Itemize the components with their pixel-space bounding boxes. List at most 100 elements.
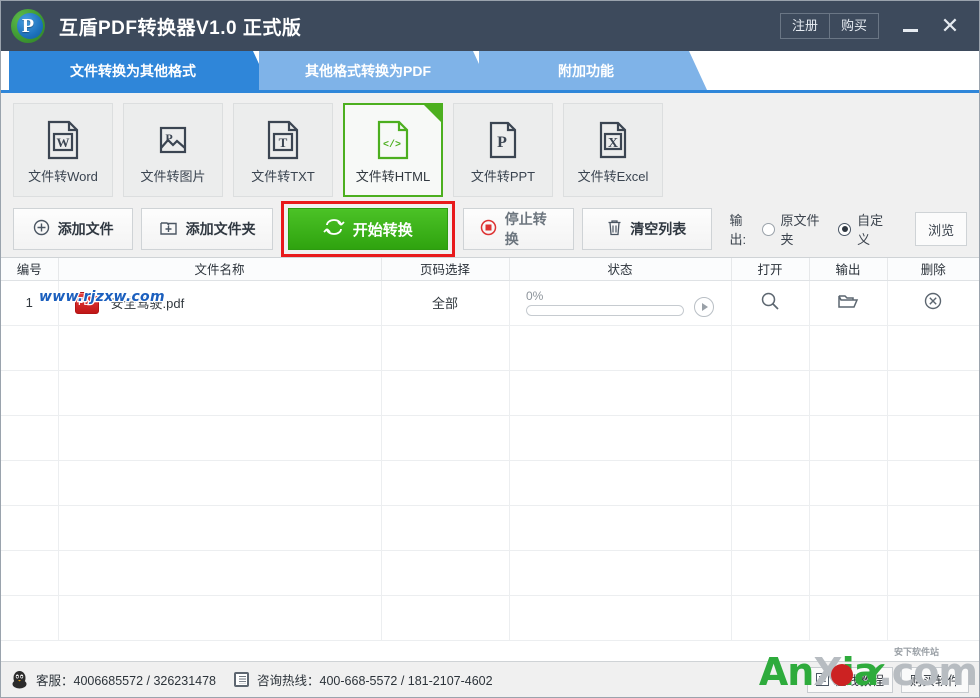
format-button-excel[interactable]: X 文件转Excel xyxy=(563,103,663,197)
progress-percent-label: 0% xyxy=(526,289,544,303)
clear-list-button[interactable]: 清空列表 xyxy=(581,208,712,250)
column-header-pages: 页码选择 xyxy=(381,258,510,281)
cell-open[interactable] xyxy=(731,280,810,326)
output-options: 输出: 原文件夹 自定义 xyxy=(730,210,898,248)
radio-source-folder-label[interactable]: 原文件夹 xyxy=(781,210,827,248)
clear-list-label: 清空列表 xyxy=(630,221,687,237)
ppt-file-icon: P xyxy=(486,116,520,164)
table-row-empty xyxy=(1,550,979,596)
cell-delete[interactable] xyxy=(887,280,979,326)
table-row[interactable]: 1 PDF 安全驾驶.pdf 全部 0% xyxy=(1,280,979,326)
radio-source-folder[interactable] xyxy=(761,222,775,236)
tab-bar: 文件转换为其他格式 其他格式转换为PDF 附加功能 xyxy=(1,51,979,93)
column-header-status: 状态 xyxy=(509,258,732,281)
title-bar-actions: 注册 购买 ✕ xyxy=(779,9,967,43)
tab-extra-functions[interactable]: 附加功能 xyxy=(479,51,707,90)
application-window: P 互盾PDF转换器V1.0 正式版 注册 购买 ✕ 文件转换为其他格式 其他格… xyxy=(0,0,980,698)
start-convert-button[interactable]: 开始转换 xyxy=(287,208,448,250)
start-convert-label: 开始转换 xyxy=(352,221,413,239)
excel-file-icon: X xyxy=(596,116,630,164)
cell-status: 0% xyxy=(509,280,732,326)
folder-icon[interactable] xyxy=(837,294,859,314)
column-header-delete: 删除 xyxy=(887,258,979,281)
format-label: 文件转Excel xyxy=(577,168,649,184)
format-label: 文件转图片 xyxy=(140,168,206,184)
action-toolbar: 添加文件 添加文件夹 开始转换 停止转换 清空列表 输出: 原文件夹 自定义 浏… xyxy=(1,201,979,257)
phone-icon xyxy=(234,672,250,687)
add-file-label: 添加文件 xyxy=(57,221,114,237)
column-header-output: 输出 xyxy=(809,258,888,281)
format-label: 文件转PPT xyxy=(470,168,536,184)
stop-circle-icon xyxy=(480,219,497,239)
table-row-empty xyxy=(1,595,979,641)
minimize-button[interactable] xyxy=(893,9,927,43)
refresh-loop-icon xyxy=(323,218,345,240)
stop-convert-button[interactable]: 停止转换 xyxy=(462,208,574,250)
svg-text:T: T xyxy=(279,135,288,150)
filename-text: 安全驾驶.pdf xyxy=(110,296,185,311)
start-convert-highlight: 开始转换 xyxy=(280,201,455,257)
close-circle-icon[interactable] xyxy=(923,292,943,314)
pdf-file-icon: PDF xyxy=(74,291,99,314)
cell-output[interactable] xyxy=(809,280,888,326)
online-tutorial-label: 在线教程 xyxy=(833,674,884,688)
format-label: 文件转HTML xyxy=(355,168,431,184)
format-button-txt[interactable]: T 文件转TXT xyxy=(233,103,333,197)
radio-custom-folder[interactable] xyxy=(838,222,852,236)
word-file-icon: W xyxy=(46,116,80,164)
hotline-label: 咨询热线：400-668-5572 / 181-2107-4602 xyxy=(257,674,493,688)
register-button[interactable]: 注册 xyxy=(779,12,830,40)
cell-filename: PDF 安全驾驶.pdf xyxy=(58,280,382,326)
table-header-row: 编号 文件名称 页码选择 状态 打开 输出 删除 xyxy=(1,258,979,281)
support-label: 客服：4006685572 / 326231478 xyxy=(36,674,217,688)
online-tutorial-button[interactable]: 在线教程 xyxy=(806,666,893,693)
play-icon[interactable] xyxy=(694,296,714,317)
table-row-empty xyxy=(1,460,979,506)
file-list-table: 编号 文件名称 页码选择 状态 打开 输出 删除 1 PDF 安全驾驶.pdf xyxy=(1,258,979,641)
cell-pages[interactable]: 全部 xyxy=(381,280,510,326)
file-list-panel: 编号 文件名称 页码选择 状态 打开 输出 删除 1 PDF 安全驾驶.pdf xyxy=(1,257,979,661)
browse-button[interactable]: 浏览 xyxy=(915,212,967,246)
search-icon[interactable] xyxy=(760,292,780,314)
format-button-html[interactable]: </> 文件转HTML xyxy=(343,103,443,197)
title-bar: P 互盾PDF转换器V1.0 正式版 注册 购买 ✕ xyxy=(1,1,979,51)
format-button-image[interactable]: P 文件转图片 xyxy=(123,103,223,197)
plus-circle-icon xyxy=(33,219,50,239)
tab-file-to-other[interactable]: 文件转换为其他格式 xyxy=(9,51,271,90)
progress-bar xyxy=(526,305,684,316)
format-label: 文件转Word xyxy=(28,168,98,184)
format-button-word[interactable]: W 文件转Word xyxy=(13,103,113,197)
book-icon xyxy=(815,673,829,686)
format-label: 文件转TXT xyxy=(251,168,315,184)
status-bar-actions: 在线教程 购买软件 xyxy=(806,666,969,693)
status-bar: 客服：4006685572 / 326231478 咨询热线：400-668-5… xyxy=(1,649,979,697)
trash-icon xyxy=(607,219,622,239)
column-header-filename: 文件名称 xyxy=(58,258,382,281)
add-folder-label: 添加文件夹 xyxy=(185,221,256,237)
svg-text:X: X xyxy=(608,136,618,151)
folder-plus-icon xyxy=(159,219,178,239)
table-row-empty xyxy=(1,505,979,551)
buy-button[interactable]: 购买 xyxy=(829,12,879,40)
table-row-empty xyxy=(1,370,979,416)
progress-bar-group: 0% xyxy=(526,289,684,316)
svg-text:P: P xyxy=(497,134,507,151)
html-file-icon: </> xyxy=(376,116,410,164)
app-logo-icon: P xyxy=(11,9,45,43)
table-row-empty xyxy=(1,415,979,461)
close-icon[interactable]: ✕ xyxy=(933,9,967,43)
stop-convert-label: 停止转换 xyxy=(504,211,547,247)
column-header-index: 编号 xyxy=(1,258,59,281)
add-file-button[interactable]: 添加文件 xyxy=(13,208,134,250)
add-folder-button[interactable]: 添加文件夹 xyxy=(141,208,273,250)
column-header-open: 打开 xyxy=(731,258,810,281)
format-selector: W 文件转Word P 文件转图片 T 文件转TXT </> 文件转HTML P… xyxy=(1,93,979,201)
svg-text:W: W xyxy=(57,135,70,150)
buy-software-label: 购买软件 xyxy=(909,674,960,688)
cell-index: 1 xyxy=(1,280,59,326)
tab-other-to-pdf[interactable]: 其他格式转换为PDF xyxy=(259,51,491,90)
buy-software-button[interactable]: 购买软件 xyxy=(900,666,969,693)
format-button-ppt[interactable]: P 文件转PPT xyxy=(453,103,553,197)
selected-corner-marker xyxy=(424,105,441,122)
radio-custom-folder-label[interactable]: 自定义 xyxy=(857,210,891,248)
